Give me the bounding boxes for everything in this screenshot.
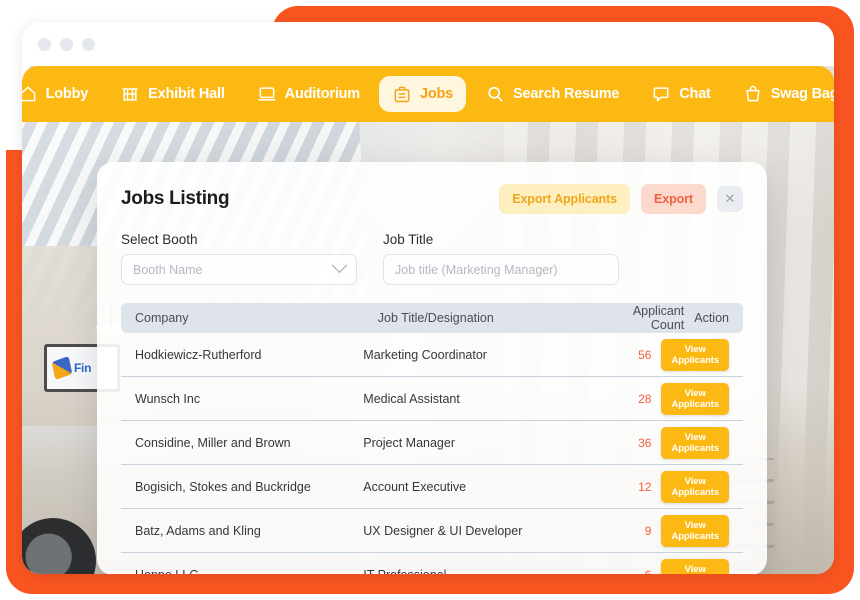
export-applicants-button[interactable]: Export Applicants	[499, 184, 630, 214]
browser-titlebar	[22, 22, 834, 66]
briefcase-icon	[394, 86, 410, 103]
select-booth-field: Select Booth Booth Name	[121, 232, 357, 285]
nav-label-lobby: Lobby	[45, 86, 89, 102]
nav-item-lobby[interactable]: Lobby	[22, 76, 101, 112]
nav-label-swag-bag: Swag Bag	[770, 86, 834, 102]
table-row: Batz, Adams and Kling UX Designer & UI D…	[121, 509, 743, 553]
nav-item-jobs[interactable]: Jobs	[379, 76, 467, 112]
table-row: Hodkiewicz-Rutherford Marketing Coordina…	[121, 333, 743, 377]
booth-logo-text: Fin	[74, 361, 92, 375]
screenshot-root: Fin Lobby Exhibit Hall Auditorium Jobs S…	[0, 0, 860, 600]
cell-job-title: UX Designer & UI Developer	[363, 523, 523, 538]
nav-item-chat[interactable]: Chat	[638, 76, 723, 112]
cell-job-title: Account Executive	[363, 479, 467, 494]
chat-icon	[653, 87, 669, 102]
cell-action: View Applicants	[661, 559, 729, 574]
cell-company: Batz, Adams and Kling	[135, 523, 261, 538]
page-content: Fin Lobby Exhibit Hall Auditorium Jobs S…	[22, 66, 834, 574]
cell-job-title: Medical Assistant	[363, 391, 460, 406]
cell-applicant-count: 36	[638, 435, 652, 450]
jobs-table: Company Job Title/Designation Applicant …	[121, 303, 743, 574]
store-icon	[122, 88, 138, 101]
window-dot-close[interactable]	[38, 37, 51, 51]
cell-action: View Applicants	[661, 338, 729, 371]
jobs-listing-modal: Jobs Listing Export Applicants Export ✕ …	[97, 162, 767, 574]
booth-name-select[interactable]: Booth Name	[121, 254, 357, 285]
table-row: Considine, Miller and Brown Project Mana…	[121, 421, 743, 465]
column-header-company: Company	[135, 311, 189, 325]
modal-header-actions: Export Applicants Export ✕	[499, 184, 743, 214]
cell-applicant-count: 28	[638, 391, 652, 406]
cell-action: View Applicants	[661, 514, 729, 547]
job-title-input[interactable]: Job title (Marketing Manager)	[383, 254, 619, 285]
main-navigation: Lobby Exhibit Hall Auditorium Jobs Searc…	[22, 66, 834, 122]
cell-applicant-count: 56	[638, 347, 652, 362]
job-title-field: Job Title Job title (Marketing Manager)	[383, 232, 619, 285]
view-applicants-button[interactable]: View Applicants	[661, 338, 729, 371]
column-header-action: Action	[694, 311, 729, 325]
cell-company: Hodkiewicz-Rutherford	[135, 347, 262, 362]
window-dot-maximize[interactable]	[82, 37, 95, 51]
job-title-label: Job Title	[383, 232, 434, 247]
cell-action: View Applicants	[661, 470, 729, 503]
booth-name-placeholder: Booth Name	[133, 262, 203, 277]
nav-item-swag-bag[interactable]: Swag Bag	[730, 76, 834, 112]
column-header-applicant-count: Applicant Count	[632, 304, 685, 332]
view-applicants-button[interactable]: View Applicants	[661, 514, 729, 547]
cell-job-title: Project Manager	[363, 435, 455, 450]
view-applicants-button[interactable]: View Applicants	[661, 382, 729, 415]
nav-label-search-resume: Search Resume	[513, 86, 620, 102]
bag-icon	[746, 85, 760, 102]
nav-item-search-resume[interactable]: Search Resume	[472, 76, 632, 112]
window-dot-minimize[interactable]	[60, 37, 73, 51]
cell-applicant-count: 6	[571, 568, 661, 574]
chevron-down-icon	[331, 257, 348, 274]
cell-company: Considine, Miller and Brown	[135, 435, 291, 450]
nav-label-jobs: Jobs	[420, 86, 454, 102]
filter-row: Select Booth Booth Name Job Title Job ti…	[121, 232, 743, 285]
column-header-job-title: Job Title/Designation	[377, 311, 494, 325]
cell-applicant-count: 12	[638, 479, 652, 494]
nav-item-auditorium[interactable]: Auditorium	[244, 76, 373, 112]
close-icon[interactable]: ✕	[717, 186, 743, 212]
cell-job-title: Marketing Coordinator	[363, 347, 487, 362]
modal-header: Jobs Listing Export Applicants Export ✕	[121, 182, 743, 216]
laptop-icon	[258, 87, 276, 101]
nav-label-auditorium: Auditorium	[284, 86, 361, 102]
nav-item-exhibit-hall[interactable]: Exhibit Hall	[107, 76, 238, 112]
select-booth-label: Select Booth	[121, 232, 198, 247]
cell-company: Wunsch Inc	[135, 391, 201, 406]
view-applicants-button[interactable]: View Applicants	[661, 426, 729, 459]
cell-action: View Applicants	[661, 426, 729, 459]
nav-label-chat: Chat	[679, 86, 711, 102]
table-header-row: Company Job Title/Designation Applicant …	[121, 303, 743, 333]
home-icon	[22, 86, 36, 102]
view-applicants-button[interactable]: View Applicants	[661, 559, 729, 574]
cell-job-title: IT Professional	[363, 568, 571, 574]
page-title: Jobs Listing	[121, 188, 230, 209]
table-row: Hoppe LLC IT Professional 6 View Applica…	[121, 553, 743, 574]
job-title-placeholder: Job title (Marketing Manager)	[395, 262, 558, 277]
cell-company: Hoppe LLC	[135, 568, 363, 574]
browser-window: Fin Lobby Exhibit Hall Auditorium Jobs S…	[22, 22, 834, 574]
cell-action: View Applicants	[661, 382, 729, 415]
table-row: Bogisich, Stokes and Buckridge Account E…	[121, 465, 743, 509]
export-button[interactable]: Export	[641, 184, 706, 214]
table-row: Wunsch Inc Medical Assistant 28 View App…	[121, 377, 743, 421]
cell-applicant-count: 9	[644, 523, 652, 538]
booth-logo-icon	[51, 356, 73, 380]
view-applicants-button[interactable]: View Applicants	[661, 470, 729, 503]
search-icon	[488, 86, 503, 102]
nav-label-exhibit-hall: Exhibit Hall	[148, 86, 225, 102]
cell-company: Bogisich, Stokes and Buckridge	[135, 479, 311, 494]
